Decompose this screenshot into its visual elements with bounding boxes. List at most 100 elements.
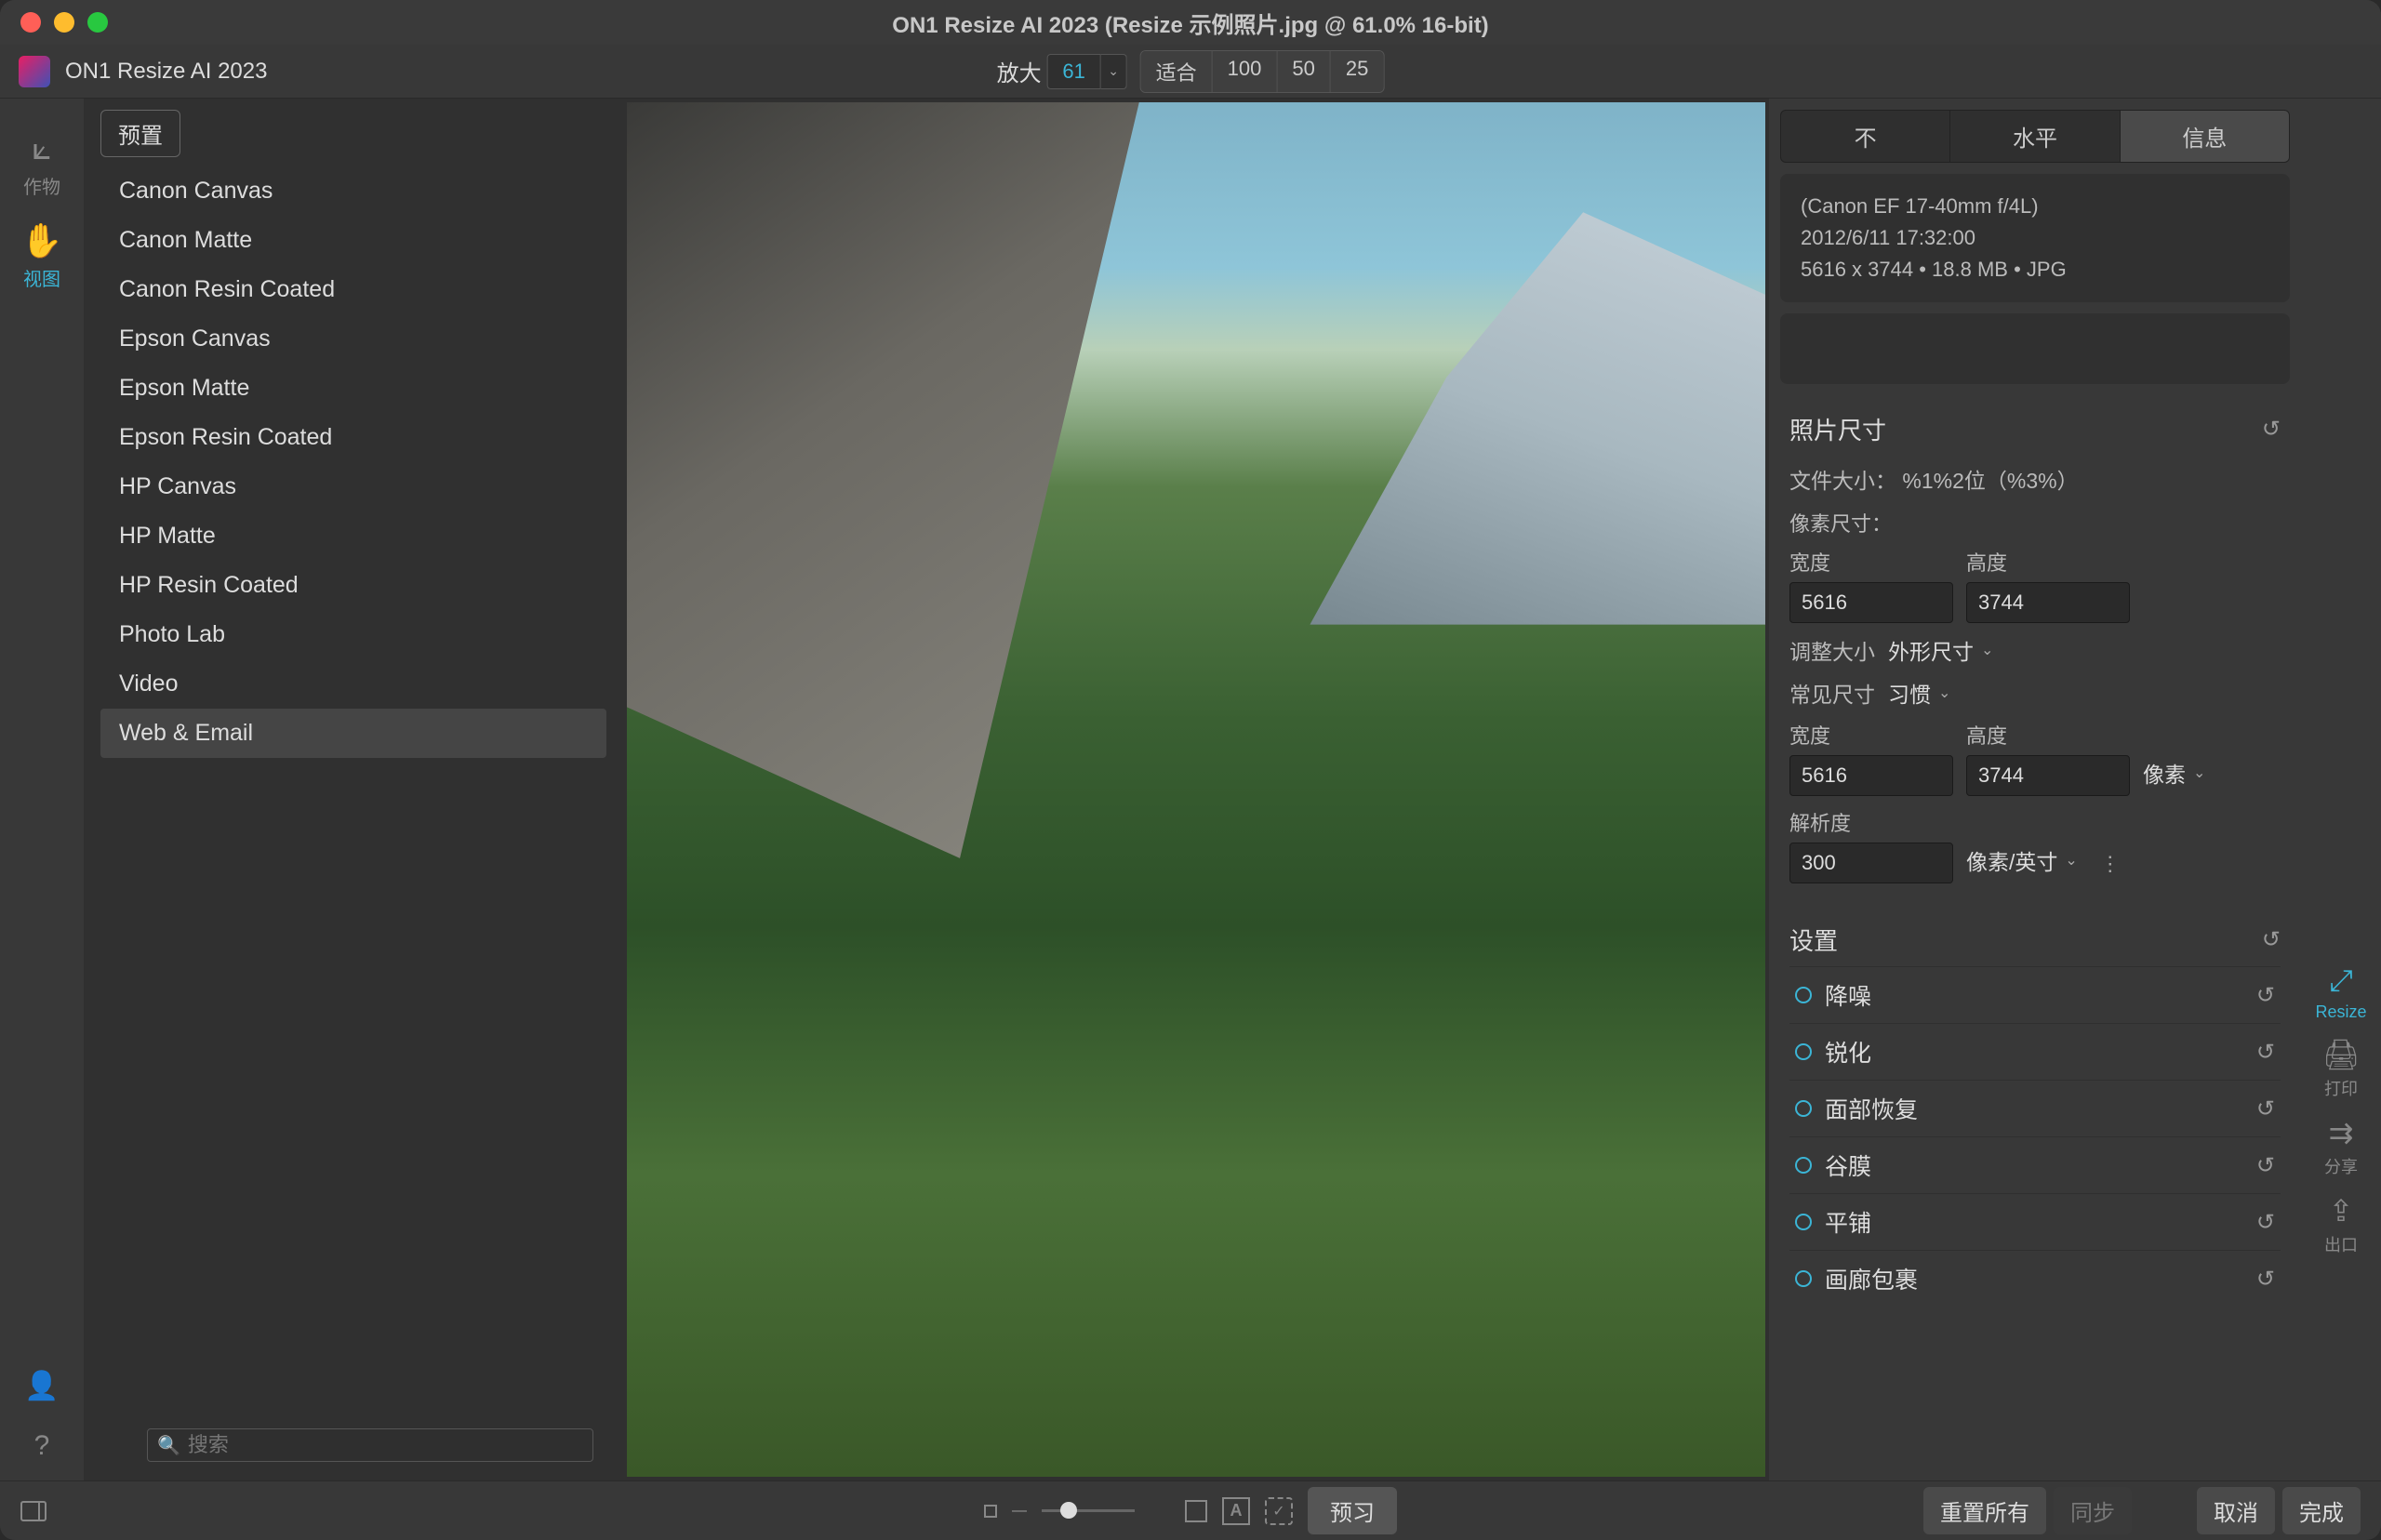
- resolution-unit-dropdown[interactable]: 像素/英寸⌄: [1966, 844, 2078, 883]
- reset-setting-icon[interactable]: ↺: [2256, 982, 2275, 1009]
- common-size-label: 常见尺寸: [1789, 677, 1875, 709]
- width-input-1[interactable]: [1789, 582, 1953, 623]
- size-unit-dropdown[interactable]: 像素⌄: [2143, 757, 2205, 796]
- window-title: ON1 Resize AI 2023 (Resize 示例照片.jpg @ 61…: [0, 7, 2381, 39]
- preset-item[interactable]: HP Canvas: [100, 462, 606, 511]
- reset-setting-icon[interactable]: ↺: [2256, 1266, 2275, 1293]
- tab-info[interactable]: 信息: [2121, 111, 2289, 162]
- histogram-placeholder: [1780, 313, 2290, 384]
- setting-toggle-dot[interactable]: [1795, 1157, 1812, 1174]
- common-size-dropdown[interactable]: 习惯⌄: [1888, 677, 1950, 709]
- app-name: ON1 Resize AI 2023: [65, 59, 267, 85]
- settings-section: 设置 ↺ 降噪↺锐化↺面部恢复↺谷膜↺平铺↺画廊包裹↺: [1780, 913, 2290, 1314]
- reset-settings-icon[interactable]: ↺: [2262, 926, 2281, 953]
- reset-setting-icon[interactable]: ↺: [2256, 1209, 2275, 1236]
- help-icon[interactable]: ?: [34, 1430, 50, 1462]
- chevron-down-icon: ⌄: [1981, 641, 1993, 659]
- chevron-down-icon: ⌄: [2065, 851, 2077, 870]
- zoom-dropdown-button[interactable]: ⌄: [1101, 54, 1127, 89]
- preset-item[interactable]: Canon Matte: [100, 216, 606, 265]
- preset-item[interactable]: HP Matte: [100, 511, 606, 561]
- left-tool-rail: ⟀ 作物 ✋ 视图 👤 ?: [0, 99, 84, 1480]
- zoom-50-button[interactable]: 50: [1277, 51, 1330, 92]
- resolution-input[interactable]: [1789, 843, 1953, 883]
- height-input-2[interactable]: [1966, 755, 2130, 796]
- clipping-toggle[interactable]: ✓: [1265, 1497, 1293, 1525]
- export-module[interactable]: ⇪ 出口: [2324, 1193, 2358, 1256]
- image-canvas[interactable]: [623, 99, 1769, 1480]
- user-icon[interactable]: 👤: [24, 1370, 59, 1402]
- settings-item[interactable]: 画廊包裹 ↺: [1789, 1250, 2281, 1307]
- preset-item[interactable]: Web & Email: [100, 709, 606, 758]
- reset-setting-icon[interactable]: ↺: [2256, 1095, 2275, 1122]
- sync-button[interactable]: 同步: [2054, 1487, 2132, 1534]
- view-tool[interactable]: ✋ 视图: [0, 214, 84, 299]
- preview-button[interactable]: 预习: [1308, 1487, 1397, 1534]
- crop-tool[interactable]: ⟀ 作物: [0, 121, 84, 206]
- reset-setting-icon[interactable]: ↺: [2256, 1039, 2275, 1066]
- reset-photo-size-icon[interactable]: ↺: [2262, 416, 2281, 443]
- print-module[interactable]: 🖨 打印: [2322, 1037, 2361, 1100]
- height-label-2: 高度: [1966, 720, 2130, 750]
- height-input-1[interactable]: [1966, 582, 2130, 623]
- height-label-1: 高度: [1966, 547, 2130, 577]
- preset-item[interactable]: HP Resin Coated: [100, 561, 606, 610]
- mask-view-toggle[interactable]: [1185, 1500, 1207, 1522]
- reset-all-button[interactable]: 重置所有: [1923, 1487, 2046, 1534]
- settings-item[interactable]: 降噪 ↺: [1789, 966, 2281, 1023]
- setting-name: 画廊包裹: [1825, 1262, 2243, 1295]
- preset-search-box[interactable]: 🔍: [147, 1428, 593, 1462]
- preset-item[interactable]: Canon Resin Coated: [100, 265, 606, 314]
- cancel-button[interactable]: 取消: [2197, 1487, 2275, 1534]
- preset-item[interactable]: Video: [100, 659, 606, 709]
- settings-item[interactable]: 平铺↺: [1789, 1193, 2281, 1250]
- setting-name: 面部恢复: [1825, 1092, 2243, 1125]
- preset-item[interactable]: Epson Canvas: [100, 314, 606, 364]
- preview-image: [627, 102, 1765, 1477]
- zoom-value-input[interactable]: 61: [1047, 54, 1101, 89]
- hand-magnify-icon: ✋: [21, 221, 63, 260]
- preset-item[interactable]: Canon Canvas: [100, 166, 606, 216]
- setting-toggle-dot[interactable]: [1795, 1100, 1812, 1117]
- done-button[interactable]: 完成: [2282, 1487, 2361, 1534]
- zoom-25-button[interactable]: 25: [1331, 51, 1383, 92]
- tab-level[interactable]: 水平: [1950, 111, 2120, 162]
- setting-name: 降噪: [1825, 978, 2243, 1012]
- width-input-2[interactable]: [1789, 755, 1953, 796]
- resize-module-label: Resize: [2315, 1002, 2366, 1022]
- width-label-2: 宽度: [1789, 720, 1953, 750]
- resize-mode-label: 调整大小: [1789, 634, 1875, 666]
- settings-item[interactable]: 面部恢复 ↺: [1789, 1080, 2281, 1136]
- reset-setting-icon[interactable]: ↺: [2256, 1152, 2275, 1179]
- print-module-label: 打印: [2324, 1076, 2358, 1100]
- resize-module[interactable]: ⤢ Resize: [2315, 963, 2366, 1022]
- close-window-button[interactable]: [20, 12, 41, 33]
- settings-item[interactable]: 谷膜↺: [1789, 1136, 2281, 1193]
- presets-header-button[interactable]: 预置: [100, 110, 180, 157]
- preset-search-input[interactable]: [188, 1433, 583, 1457]
- thumbnail-small-icon[interactable]: [984, 1505, 997, 1518]
- share-module[interactable]: ⇉ 分享: [2324, 1115, 2358, 1178]
- preset-item[interactable]: Epson Resin Coated: [100, 413, 606, 462]
- setting-toggle-dot[interactable]: [1795, 1043, 1812, 1060]
- setting-toggle-dot[interactable]: [1795, 987, 1812, 1003]
- zoom-100-button[interactable]: 100: [1213, 51, 1278, 92]
- more-options-icon[interactable]: ⋮: [2100, 852, 2121, 883]
- preset-item[interactable]: Photo Lab: [100, 610, 606, 659]
- setting-toggle-dot[interactable]: [1795, 1214, 1812, 1230]
- settings-item[interactable]: 锐化↺: [1789, 1023, 2281, 1080]
- setting-toggle-dot[interactable]: [1795, 1270, 1812, 1287]
- thumbnail-size-slider[interactable]: [1042, 1509, 1135, 1512]
- minus-icon: —: [1012, 1503, 1027, 1520]
- compare-view-toggle[interactable]: [20, 1501, 47, 1521]
- maximize-window-button[interactable]: [87, 12, 108, 33]
- resize-mode-dropdown[interactable]: 外形尺寸⌄: [1888, 634, 1993, 666]
- app-icon: [19, 56, 50, 87]
- right-panel: 不 水平 信息 (Canon EF 17-40mm f/4L) 2012/6/1…: [1769, 99, 2301, 1480]
- softproof-toggle[interactable]: A: [1222, 1497, 1250, 1525]
- tab-nav[interactable]: 不: [1781, 111, 1950, 162]
- zoom-preset-buttons: 适合 100 50 25: [1140, 50, 1385, 93]
- minimize-window-button[interactable]: [54, 12, 74, 33]
- preset-item[interactable]: Epson Matte: [100, 364, 606, 413]
- zoom-fit-button[interactable]: 适合: [1141, 51, 1213, 92]
